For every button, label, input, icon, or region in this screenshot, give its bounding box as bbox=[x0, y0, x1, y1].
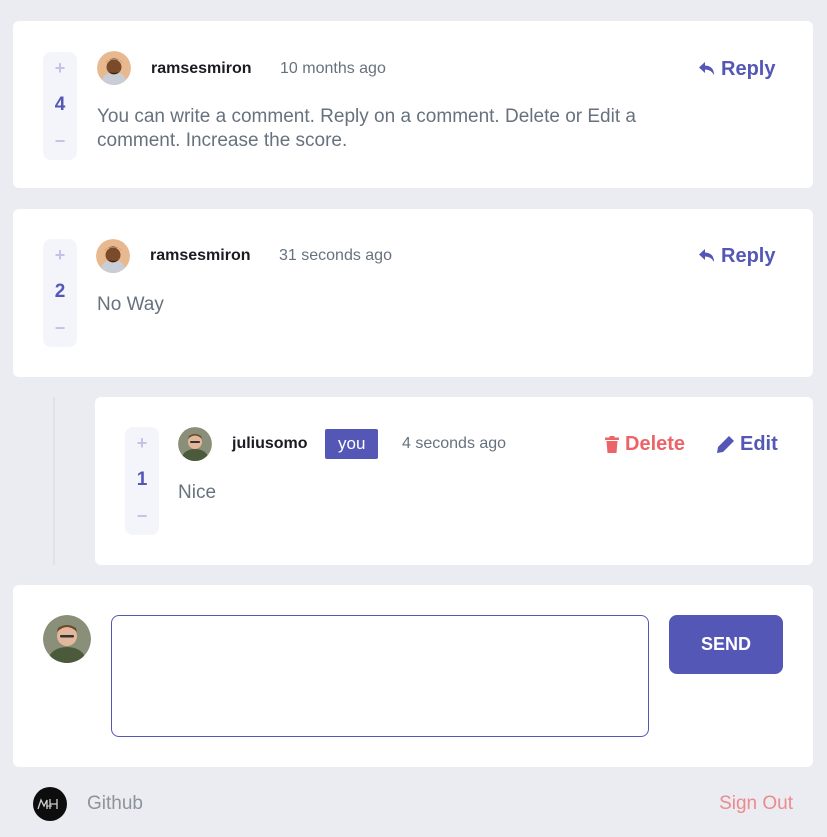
score-value: 2 bbox=[54, 281, 66, 302]
reply-card: + 1 − juliusomo you 4 seconds ago Delete… bbox=[95, 397, 813, 565]
username[interactable]: ramsesmiron bbox=[150, 246, 251, 266]
score-value: 1 bbox=[136, 469, 148, 490]
trash-icon bbox=[605, 435, 619, 453]
comment-timestamp: 31 seconds ago bbox=[279, 247, 392, 264]
vote-widget: + 2 − bbox=[43, 239, 77, 347]
upvote-button[interactable]: + bbox=[125, 434, 159, 452]
avatar bbox=[97, 51, 131, 85]
avatar-juliusomo-icon bbox=[43, 615, 91, 663]
send-button[interactable]: SEND bbox=[669, 615, 783, 674]
reply-thread-line bbox=[53, 397, 55, 565]
comment-text: Nice bbox=[178, 482, 217, 503]
upvote-button[interactable]: + bbox=[43, 59, 77, 77]
downvote-button[interactable]: − bbox=[43, 319, 77, 337]
comment-text: No Way bbox=[97, 294, 164, 315]
vote-widget: + 1 − bbox=[125, 427, 159, 535]
delete-label: Delete bbox=[625, 433, 686, 455]
comment-card: + 4 − ramsesmiron 10 months ago Reply Yo… bbox=[13, 21, 813, 188]
username[interactable]: ramsesmiron bbox=[151, 59, 252, 79]
username[interactable]: juliusomo bbox=[232, 434, 308, 454]
delete-button[interactable]: Delete bbox=[605, 432, 685, 456]
pencil-icon bbox=[717, 435, 734, 453]
avatar-juliusomo-icon bbox=[178, 427, 212, 461]
comment-card: + 2 − ramsesmiron 31 seconds ago Reply N… bbox=[13, 209, 813, 377]
reply-label: Reply bbox=[721, 245, 776, 267]
github-link[interactable]: Github bbox=[87, 793, 143, 815]
current-user-avatar bbox=[43, 615, 91, 663]
comment-timestamp: 4 seconds ago bbox=[402, 435, 507, 452]
upvote-button[interactable]: + bbox=[43, 246, 77, 264]
reply-button[interactable]: Reply bbox=[699, 244, 775, 268]
m4h-logo-icon[interactable] bbox=[33, 787, 67, 821]
avatar-ramsesmiron-icon bbox=[96, 239, 130, 273]
reply-label: Reply bbox=[721, 58, 776, 80]
reply-icon bbox=[699, 62, 714, 75]
score-value: 4 bbox=[54, 94, 66, 115]
reply-icon bbox=[699, 249, 714, 262]
comment-timestamp: 10 months ago bbox=[280, 60, 386, 77]
avatar bbox=[178, 427, 212, 461]
downvote-button[interactable]: − bbox=[43, 132, 77, 150]
you-badge: you bbox=[325, 429, 379, 459]
edit-label: Edit bbox=[740, 433, 778, 455]
edit-button[interactable]: Edit bbox=[717, 432, 778, 456]
comment-text: You can write a comment. Reply on a comm… bbox=[97, 106, 636, 151]
vote-widget: + 4 − bbox=[43, 52, 77, 160]
comment-input[interactable] bbox=[111, 615, 649, 737]
avatar bbox=[96, 239, 130, 273]
avatar-ramsesmiron-icon bbox=[97, 51, 131, 85]
downvote-button[interactable]: − bbox=[125, 507, 159, 525]
reply-button[interactable]: Reply bbox=[699, 57, 775, 81]
sign-out-link[interactable]: Sign Out bbox=[719, 793, 793, 815]
